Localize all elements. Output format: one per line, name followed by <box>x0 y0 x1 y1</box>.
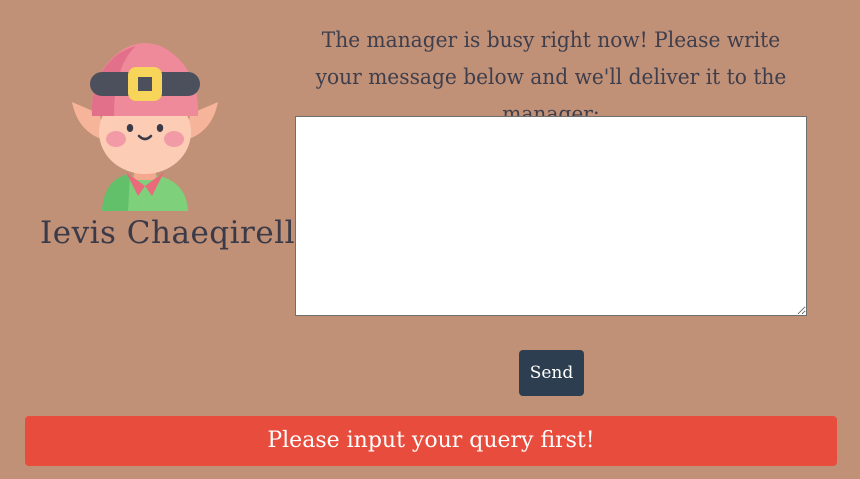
send-button[interactable]: Send <box>519 350 584 396</box>
manager-profile: Ievis Chaeqirelle <box>40 36 314 251</box>
message-textarea[interactable] <box>295 116 807 316</box>
elf-avatar-icon <box>72 43 218 211</box>
manager-name: Ievis Chaeqirelle <box>40 215 314 251</box>
error-alert: Please input your query first! <box>25 416 837 466</box>
